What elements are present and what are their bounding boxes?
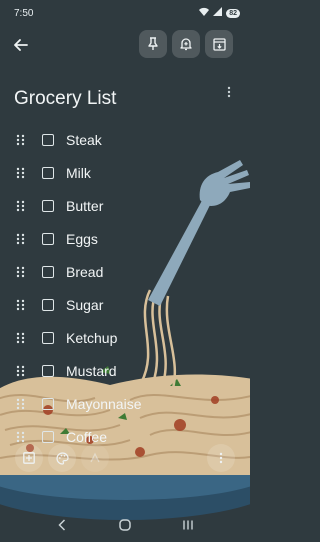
item-label[interactable]: Sugar	[66, 297, 103, 313]
item-checkbox[interactable]	[42, 398, 54, 410]
status-bar: 7:50 82	[0, 0, 250, 26]
item-checkbox[interactable]	[42, 167, 54, 179]
back-arrow-icon	[14, 39, 28, 51]
list-item[interactable]: Sugar	[0, 289, 250, 322]
nav-recents-button[interactable]	[176, 513, 200, 537]
more-vertical-icon	[227, 86, 231, 98]
item-checkbox[interactable]	[42, 365, 54, 377]
add-content-button[interactable]	[15, 444, 43, 472]
text-format-icon	[90, 452, 100, 463]
archive-button[interactable]	[205, 30, 233, 58]
title-options-button[interactable]	[221, 84, 237, 100]
item-label[interactable]: Mustard	[66, 363, 117, 379]
item-checkbox[interactable]	[42, 332, 54, 344]
drag-handle-icon[interactable]	[16, 332, 25, 344]
list-item[interactable]: Milk	[0, 157, 250, 190]
battery-indicator: 82	[226, 8, 240, 18]
drag-handle-icon[interactable]	[16, 299, 25, 311]
bottom-action-bar	[0, 440, 250, 476]
nav-back-button[interactable]	[50, 513, 74, 537]
note-editor-screen: 7:50 82 Grocery List Steak Milk Butter E…	[0, 0, 250, 542]
list-item[interactable]: Mustard	[0, 355, 250, 388]
item-label[interactable]: Eggs	[66, 231, 98, 247]
drag-handle-icon[interactable]	[16, 233, 25, 245]
more-vertical-icon	[219, 452, 223, 464]
list-item[interactable]: Butter	[0, 190, 250, 223]
item-label[interactable]: Bread	[66, 264, 103, 280]
list-item[interactable]: Eggs	[0, 223, 250, 256]
palette-icon	[55, 451, 69, 465]
list-item[interactable]: Steak	[0, 124, 250, 157]
nav-home-button[interactable]	[113, 513, 137, 537]
list-item[interactable]: Mayonnaise	[0, 388, 250, 421]
note-toolbar	[0, 30, 250, 60]
more-options-button[interactable]	[207, 444, 235, 472]
reminder-button[interactable]	[172, 30, 200, 58]
pin-icon	[148, 37, 158, 50]
home-icon	[119, 519, 131, 531]
item-checkbox[interactable]	[42, 266, 54, 278]
status-icons: 82	[199, 7, 240, 19]
note-title[interactable]: Grocery List	[14, 88, 116, 110]
drag-handle-icon[interactable]	[16, 266, 25, 278]
recents-icon	[183, 520, 194, 530]
item-checkbox[interactable]	[42, 134, 54, 146]
system-navigation-bar	[0, 508, 250, 542]
item-label[interactable]: Milk	[66, 165, 91, 181]
drag-handle-icon[interactable]	[16, 365, 25, 377]
item-label[interactable]: Steak	[66, 132, 102, 148]
list-item[interactable]: Bread	[0, 256, 250, 289]
chevron-left-icon	[58, 519, 65, 531]
add-box-icon	[23, 452, 35, 464]
pin-button[interactable]	[139, 30, 167, 58]
drag-handle-icon[interactable]	[16, 134, 25, 146]
archive-icon	[212, 37, 226, 51]
list-item[interactable]: Ketchup	[0, 322, 250, 355]
signal-icon	[213, 7, 223, 19]
item-label[interactable]: Mayonnaise	[66, 396, 142, 412]
item-label[interactable]: Butter	[66, 198, 103, 214]
status-time: 7:50	[14, 7, 34, 19]
item-label[interactable]: Ketchup	[66, 330, 117, 346]
bell-plus-icon	[180, 38, 192, 51]
drag-handle-icon[interactable]	[16, 167, 25, 179]
wifi-icon	[199, 7, 210, 19]
item-checkbox[interactable]	[42, 299, 54, 311]
item-checkbox[interactable]	[42, 200, 54, 212]
text-format-button[interactable]	[81, 444, 109, 472]
back-button[interactable]	[10, 34, 32, 56]
drag-handle-icon[interactable]	[16, 200, 25, 212]
item-checkbox[interactable]	[42, 233, 54, 245]
drag-handle-icon[interactable]	[16, 398, 25, 410]
background-options-button[interactable]	[48, 444, 76, 472]
